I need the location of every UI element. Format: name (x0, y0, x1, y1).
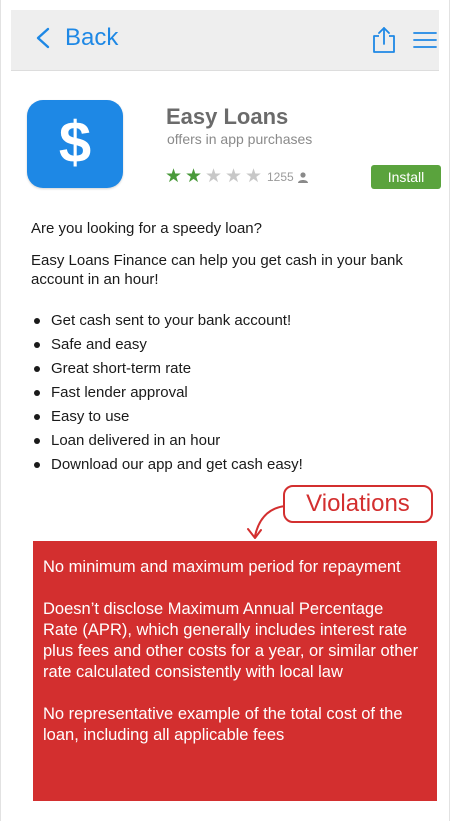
back-button[interactable]: Back (31, 24, 118, 52)
install-button[interactable]: Install (371, 165, 441, 189)
list-item: Get cash sent to your bank account! (31, 312, 421, 336)
navigation-bar: Back (11, 10, 439, 71)
violation-item: No minimum and maximum period for repaym… (43, 558, 401, 576)
dollar-sign-icon: $ (58, 110, 92, 175)
list-item: Fast lender approval (31, 384, 421, 408)
feature-list: Get cash sent to your bank account! Safe… (31, 312, 421, 480)
bullet-icon (34, 438, 40, 444)
description-intro: Are you looking for a speedy loan? (31, 220, 262, 237)
violation-item: No representative example of the total c… (43, 705, 403, 744)
violations-panel: No minimum and maximum period for repaym… (33, 541, 437, 801)
person-icon (297, 171, 308, 183)
bullet-icon (34, 318, 40, 324)
list-item: Safe and easy (31, 336, 421, 360)
app-description: Are you looking for a speedy loan? Easy … (31, 219, 426, 289)
bullet-icon (34, 462, 40, 468)
bullet-icon (34, 366, 40, 372)
list-item: Loan delivered in an hour (31, 432, 421, 456)
app-icon: $ (27, 100, 123, 188)
back-label: Back (65, 24, 119, 51)
app-title: Easy Loans (166, 104, 289, 129)
bullet-icon (34, 414, 40, 420)
rating: ★ ★ ★ ★ ★ 1255 (164, 166, 308, 187)
menu-button[interactable] (413, 30, 437, 50)
app-store-page: Back $ Easy Loans offers in app purchase… (0, 0, 450, 821)
list-item: Great short-term rate (31, 360, 421, 384)
star-filled-icon: ★ (164, 166, 183, 187)
star-filled-icon: ★ (184, 166, 203, 187)
list-item: Download our app and get cash easy! (31, 456, 421, 480)
app-subtitle: offers in app purchases (167, 131, 313, 147)
share-button[interactable] (371, 26, 397, 54)
hamburger-menu-icon (413, 32, 437, 48)
violations-label: Violations (283, 485, 433, 523)
rating-count: 1255 (267, 170, 294, 184)
chevron-left-icon (31, 26, 55, 50)
share-icon (373, 27, 395, 53)
star-empty-icon: ★ (204, 166, 223, 187)
violation-item: Doesn’t disclose Maximum Annual Percenta… (43, 600, 419, 681)
star-empty-icon: ★ (224, 166, 243, 187)
bullet-icon (34, 390, 40, 396)
list-item: Easy to use (31, 408, 421, 432)
star-empty-icon: ★ (244, 166, 263, 187)
description-body: Easy Loans Finance can help you get cash… (31, 252, 403, 288)
bullet-icon (34, 342, 40, 348)
